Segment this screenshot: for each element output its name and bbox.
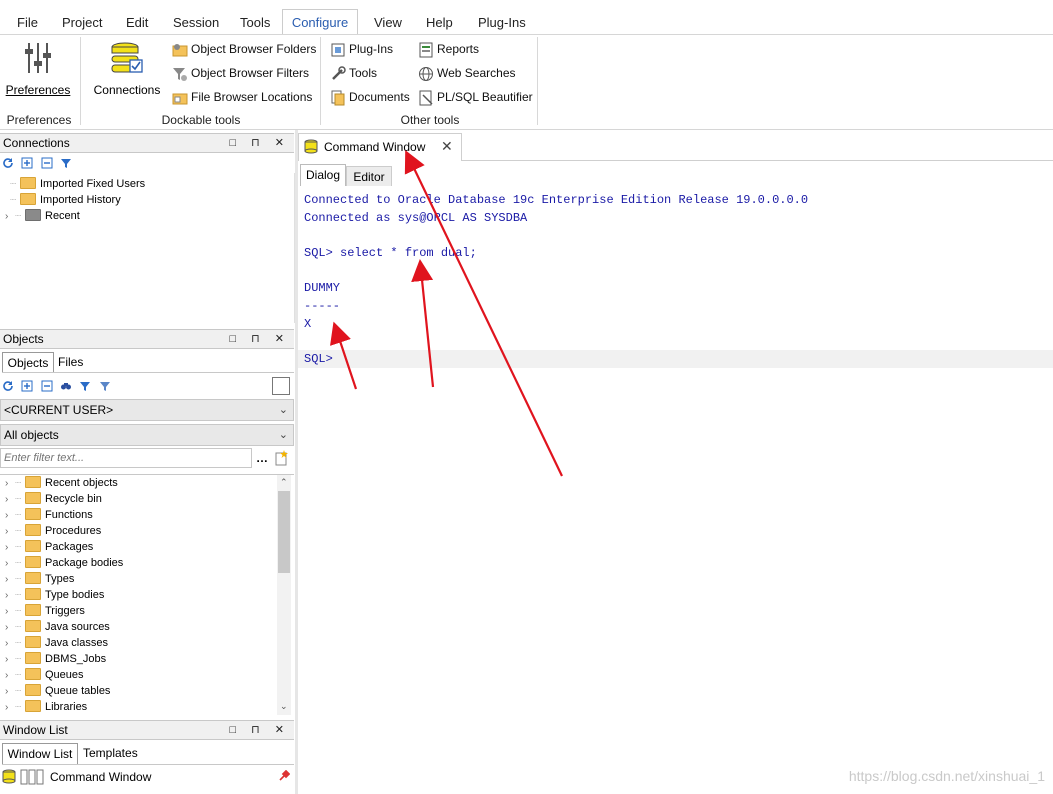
- annotation-arrow: [411, 259, 435, 388]
- annotation-arrows: [330, 150, 563, 477]
- watermark: https://blog.csdn.net/xinshuai_1: [848, 768, 1045, 784]
- annotation-arrow: [404, 150, 563, 477]
- annotation-arrow: [330, 321, 358, 390]
